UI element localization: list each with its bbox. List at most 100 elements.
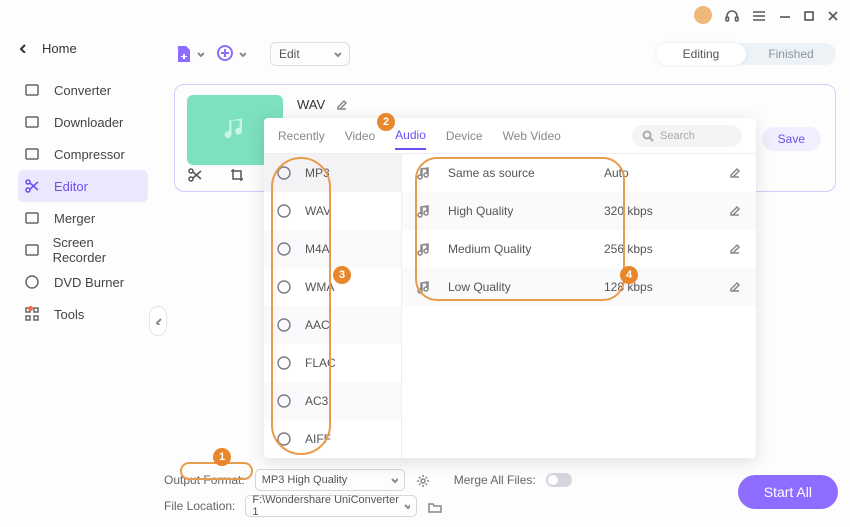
minimize-button[interactable]	[778, 9, 790, 21]
trim-icon[interactable]	[187, 167, 203, 183]
format-aiff[interactable]: AIFF	[264, 420, 401, 458]
tab-recently[interactable]: Recently	[278, 123, 325, 149]
nav-icon	[24, 114, 40, 130]
quality-label: Low Quality	[448, 280, 594, 294]
nav-icon	[24, 210, 40, 226]
close-button[interactable]	[826, 9, 838, 21]
toolbar: Edit Editing Finished	[174, 34, 836, 74]
format-icon	[276, 317, 293, 334]
menu-icon[interactable]	[751, 8, 766, 23]
quality-rate: 320 kbps	[604, 204, 692, 218]
chevron-down-icon	[238, 50, 246, 58]
headset-icon[interactable]	[724, 8, 739, 23]
add-file-button[interactable]	[174, 44, 204, 64]
chevron-down-icon	[196, 50, 204, 58]
sidebar-item-screen-recorder[interactable]: Screen Recorder	[18, 234, 148, 266]
note-icon	[416, 204, 431, 219]
format-label: AC3	[305, 394, 328, 408]
quality-rate: 256 kbps	[604, 242, 692, 256]
quality-label: Same as source	[448, 166, 594, 180]
start-all-button[interactable]: Start All	[738, 475, 838, 509]
edit-icon[interactable]	[728, 204, 742, 218]
chevron-down-icon	[333, 50, 341, 58]
format-icon	[276, 203, 293, 220]
sidebar-item-compressor[interactable]: Compressor	[18, 138, 148, 170]
edit-mode-label: Edit	[279, 47, 300, 61]
format-aac[interactable]: AAC	[264, 306, 401, 344]
format-icon	[276, 355, 293, 372]
home-link[interactable]: Home	[18, 34, 148, 62]
format-ac3[interactable]: AC3	[264, 382, 401, 420]
file-location-label: File Location:	[164, 499, 235, 513]
sidebar-item-merger[interactable]: Merger	[18, 202, 148, 234]
merge-label: Merge All Files:	[454, 473, 536, 487]
edit-icon[interactable]	[335, 98, 349, 112]
quality-label: Medium Quality	[448, 242, 594, 256]
tab-web-video[interactable]: Web Video	[503, 123, 561, 149]
search-placeholder: Search	[660, 130, 695, 142]
sidebar-item-converter[interactable]: Converter	[18, 74, 148, 106]
settings-icon[interactable]	[415, 473, 430, 488]
note-icon	[416, 280, 431, 295]
search-input[interactable]: Search	[632, 125, 742, 147]
edit-icon[interactable]	[728, 280, 742, 294]
edit-icon[interactable]	[728, 242, 742, 256]
sidebar-item-label: Screen Recorder	[53, 235, 142, 265]
format-label: WAV	[305, 204, 331, 218]
maximize-button[interactable]	[802, 9, 814, 21]
chevron-down-icon	[403, 502, 411, 510]
quality-high-quality[interactable]: High Quality 320 kbps	[402, 192, 756, 230]
format-label: M4A	[305, 242, 330, 256]
sidebar-item-downloader[interactable]: Downloader	[18, 106, 148, 138]
tab-audio[interactable]: Audio	[395, 122, 426, 150]
sidebar-item-dvd-burner[interactable]: DVD Burner	[18, 266, 148, 298]
callout-3: 3	[333, 266, 351, 284]
note-icon	[416, 166, 431, 181]
sidebar-item-label: Merger	[54, 211, 95, 226]
tab-device[interactable]: Device	[446, 123, 483, 149]
crop-icon[interactable]	[229, 167, 245, 183]
format-mp3[interactable]: MP3	[264, 154, 401, 192]
quality-low-quality[interactable]: Low Quality128 kbps	[402, 268, 756, 306]
output-format-value: MP3 High Quality	[262, 474, 348, 486]
format-icon	[276, 241, 293, 258]
merge-toggle[interactable]	[546, 473, 572, 487]
format-icon	[276, 165, 293, 182]
folder-icon[interactable]	[427, 499, 442, 514]
format-icon	[276, 279, 293, 296]
add-url-button[interactable]	[216, 44, 246, 64]
seg-editing[interactable]: Editing	[656, 43, 746, 65]
format-m4a[interactable]: M4A	[264, 230, 401, 268]
quality-label: High Quality	[448, 204, 594, 218]
output-format-select[interactable]: MP3 High Quality	[255, 469, 405, 491]
nav-icon	[24, 242, 39, 258]
format-popup: RecentlyVideoAudioDeviceWeb VideoSearch …	[264, 118, 756, 458]
format-flac[interactable]: FLAC	[264, 344, 401, 382]
nav-icon	[24, 82, 40, 98]
sidebar-item-tools[interactable]: Tools	[18, 298, 148, 330]
seg-finished[interactable]: Finished	[746, 43, 836, 65]
sidebar-item-label: Compressor	[54, 147, 125, 162]
chevron-down-icon	[390, 476, 398, 484]
note-icon	[416, 242, 431, 257]
output-format-label: Output Format:	[164, 473, 245, 487]
format-wav[interactable]: WAV	[264, 192, 401, 230]
save-button[interactable]: Save	[762, 127, 821, 151]
callout-2: 2	[377, 113, 395, 131]
quality-medium-quality[interactable]: Medium Quality 256 kbps	[402, 230, 756, 268]
status-segment[interactable]: Editing Finished	[656, 43, 836, 65]
sidebar-item-editor[interactable]: Editor	[18, 170, 148, 202]
nav-icon	[24, 178, 40, 194]
chevron-left-icon	[18, 43, 28, 53]
quality-same-as-source[interactable]: Same as sourceAuto	[402, 154, 756, 192]
avatar[interactable]	[694, 6, 712, 24]
nav-icon	[24, 274, 40, 290]
callout-4: 4	[620, 266, 638, 284]
tab-video[interactable]: Video	[345, 123, 375, 149]
edit-icon[interactable]	[728, 166, 742, 180]
file-location-select[interactable]: F:\Wondershare UniConverter 1	[245, 495, 417, 517]
format-label: FLAC	[305, 356, 336, 370]
sidebar-item-label: Converter	[54, 83, 111, 98]
format-icon	[276, 431, 293, 448]
edit-mode-select[interactable]: Edit	[270, 42, 350, 66]
